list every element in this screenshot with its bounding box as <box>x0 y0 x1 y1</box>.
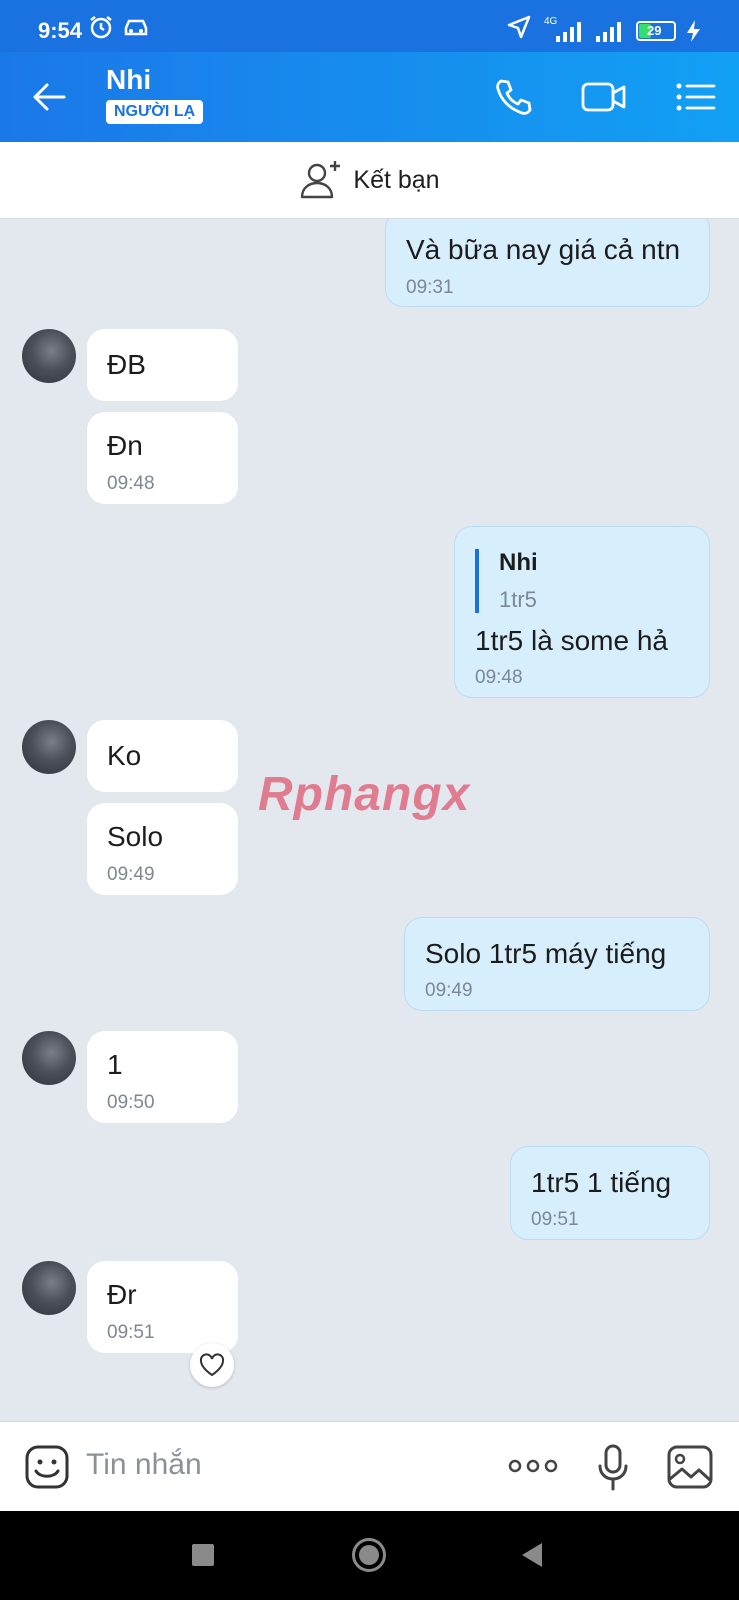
message-time: 09:51 <box>107 1322 155 1343</box>
status-bar: 9:54 4G 29 <box>0 0 739 52</box>
back-arrow-icon[interactable] <box>30 78 68 116</box>
charging-icon <box>687 20 700 42</box>
message-incoming[interactable]: Ko <box>87 720 238 792</box>
message-input[interactable]: Tin nhắn <box>86 1448 202 1482</box>
message-time: 09:51 <box>531 1209 579 1230</box>
message-outgoing[interactable]: 1tr5 1 tiếng 09:51 <box>510 1146 710 1240</box>
stranger-badge: NGƯỜI LẠ <box>106 100 204 124</box>
message-incoming[interactable]: Solo 09:49 <box>87 803 238 895</box>
message-text: Solo 1tr5 máy tiếng <box>425 938 667 969</box>
message-text: Ko <box>107 740 142 771</box>
phone-icon[interactable] <box>492 76 534 118</box>
composer-bar: Tin nhắn <box>0 1421 739 1512</box>
add-friend-icon <box>301 161 341 199</box>
car-icon <box>124 19 148 36</box>
message-time: 09:49 <box>107 864 155 885</box>
heart-icon <box>199 1353 225 1377</box>
message-text: ĐB <box>107 349 146 380</box>
avatar[interactable] <box>22 720 76 774</box>
sticker-icon[interactable] <box>24 1444 70 1490</box>
location-icon <box>507 15 531 39</box>
video-call-icon[interactable] <box>580 76 628 118</box>
message-time: 09:31 <box>406 277 454 298</box>
image-icon[interactable] <box>666 1444 714 1490</box>
status-time: 9:54 <box>38 18 83 43</box>
message-incoming[interactable]: ĐB <box>87 329 238 401</box>
message-text: Đr <box>107 1279 137 1310</box>
signal-icon-2 <box>596 22 621 42</box>
message-incoming[interactable]: Đr 09:51 <box>87 1261 238 1353</box>
message-incoming[interactable]: 1 09:50 <box>87 1031 238 1123</box>
signal-icon <box>556 22 581 42</box>
recent-apps-icon[interactable] <box>192 1544 214 1566</box>
contact-name[interactable]: Nhi <box>106 64 151 96</box>
system-nav-bar <box>0 1511 739 1600</box>
quoted-message[interactable]: Nhi 1tr5 <box>475 549 538 613</box>
message-text: Đn <box>107 430 143 461</box>
add-friend-label: Kết bạn <box>353 165 440 194</box>
menu-icon[interactable] <box>674 76 716 118</box>
message-time: 09:49 <box>425 980 473 1001</box>
avatar[interactable] <box>22 1031 76 1085</box>
message-text: 1 <box>107 1049 123 1080</box>
react-heart-button[interactable] <box>190 1343 234 1387</box>
message-incoming[interactable]: Đn 09:48 <box>87 412 238 504</box>
message-text: 1tr5 là some hả <box>475 625 668 656</box>
message-text: Solo <box>107 821 164 852</box>
watermark: Rphangx <box>258 768 471 821</box>
battery-icon: 29 <box>636 21 676 41</box>
message-text: Và bữa nay giá cả ntn <box>406 234 681 265</box>
back-nav-icon[interactable] <box>520 1542 544 1568</box>
more-icon[interactable] <box>508 1456 558 1476</box>
alarm-icon <box>90 16 112 39</box>
chat-header: Nhi NGƯỜI LẠ <box>0 52 739 142</box>
quoted-sender: Nhi <box>499 549 538 576</box>
add-friend-bar[interactable]: Kết bạn <box>0 142 739 219</box>
message-outgoing[interactable]: Solo 1tr5 máy tiếng 09:49 <box>404 917 710 1011</box>
message-text: 1tr5 1 tiếng <box>531 1167 672 1198</box>
avatar[interactable] <box>22 1261 76 1315</box>
microphone-icon[interactable] <box>596 1444 630 1492</box>
quoted-text: 1tr5 <box>499 587 537 612</box>
home-icon[interactable] <box>352 1538 386 1572</box>
message-time: 09:48 <box>107 473 155 494</box>
message-outgoing-reply[interactable]: Nhi 1tr5 1tr5 là some hả 09:48 <box>454 526 710 698</box>
message-outgoing[interactable]: Và bữa nay giá cả ntn 09:31 <box>385 219 710 307</box>
battery-level: 29 <box>647 23 662 38</box>
message-time: 09:50 <box>107 1092 155 1113</box>
message-time: 09:48 <box>475 667 523 688</box>
message-list[interactable]: Và bữa nay giá cả ntn 09:31 ĐB Đn 09:48 … <box>0 219 739 1421</box>
avatar[interactable] <box>22 329 76 383</box>
